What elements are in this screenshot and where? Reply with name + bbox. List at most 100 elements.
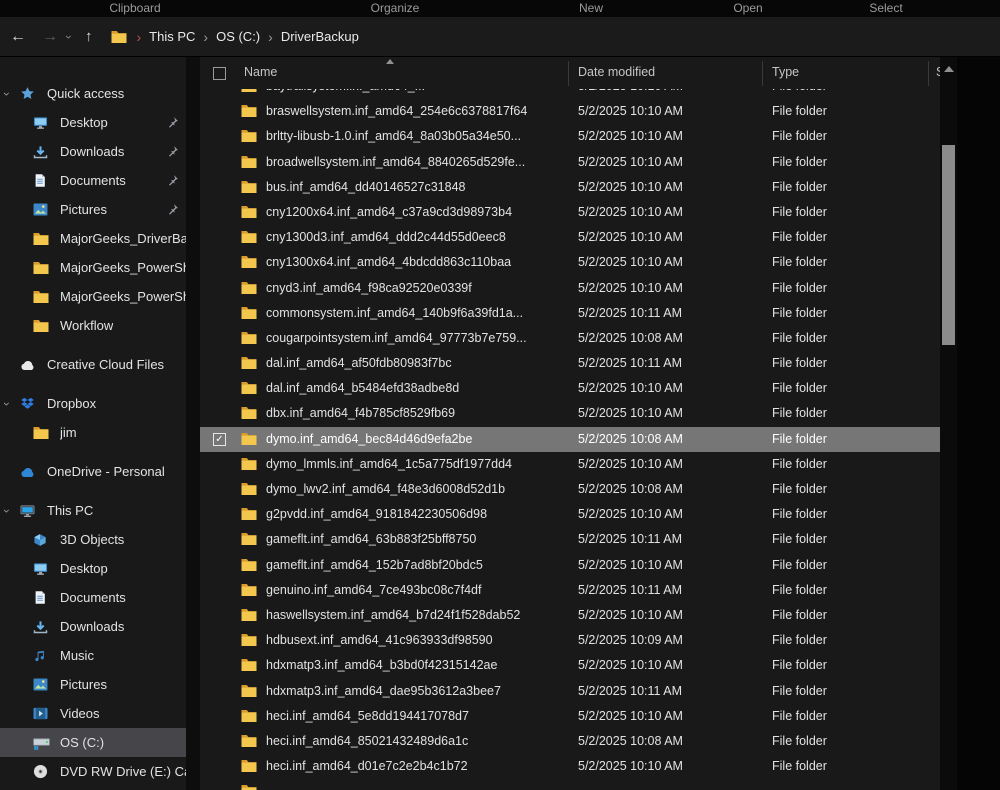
recent-locations-chevron-icon[interactable]: ›: [63, 35, 75, 39]
row-checkbox[interactable]: ✓: [213, 433, 226, 446]
sidebar-item-downloads[interactable]: Downloads: [0, 137, 186, 166]
sidebar-item-workflow[interactable]: Workflow: [0, 311, 186, 340]
column-header-date-modified[interactable]: Date modified: [578, 65, 655, 79]
column-header-name[interactable]: Name: [244, 65, 277, 79]
file-row[interactable]: gameflt.inf_amd64_152b7ad8bf20bdc55/2/20…: [200, 553, 940, 578]
breadcrumb-item-driverbackup[interactable]: DriverBackup: [281, 29, 359, 44]
folder-icon: [241, 734, 257, 748]
sidebar-item-quick-access[interactable]: ›Quick access: [0, 79, 186, 108]
sidebar-item-downloads[interactable]: Downloads: [0, 612, 186, 641]
sidebar-item-this-pc[interactable]: ›This PC: [0, 496, 186, 525]
chevron-down-icon[interactable]: ›: [0, 509, 14, 513]
ribbon-group-new[interactable]: New: [531, 1, 651, 15]
sidebar-item-label: Downloads: [60, 619, 124, 634]
ribbon-group-select[interactable]: Select: [826, 1, 946, 15]
scrollbar-thumb[interactable]: [942, 145, 955, 345]
sidebar-item-dropbox[interactable]: ›Dropbox: [0, 389, 186, 418]
breadcrumb-item-os-c[interactable]: OS (C:): [216, 29, 260, 44]
file-row[interactable]: ✓dymo.inf_amd64_bec84d46d9efa2be5/2/2025…: [200, 427, 940, 452]
file-row[interactable]: bus.inf_amd64_dd40146527c318485/2/2025 1…: [200, 175, 940, 200]
file-row[interactable]: g2pvdd.inf_amd64_9181842230506d985/2/202…: [200, 502, 940, 527]
file-row[interactable]: dbx.inf_amd64_f4b785cf8529fb695/2/2025 1…: [200, 401, 940, 426]
breadcrumb-item-this-pc[interactable]: This PC: [149, 29, 195, 44]
folder-icon: [241, 306, 257, 320]
sidebar-item-label: MajorGeeks_PowerShell: [60, 260, 186, 275]
file-row[interactable]: hdbusext.inf_amd64_41c963933df985905/2/2…: [200, 628, 940, 653]
file-row[interactable]: cny1300x64.inf_amd64_4bdcdd863c110baa5/2…: [200, 250, 940, 275]
ribbon-group-organize[interactable]: Organize: [335, 1, 455, 15]
vertical-scrollbar[interactable]: [940, 57, 957, 790]
ribbon-group-clipboard[interactable]: Clipboard: [75, 1, 195, 15]
sidebar-item-onedrive-personal[interactable]: OneDrive - Personal: [0, 457, 186, 486]
chevron-down-icon[interactable]: ›: [0, 92, 14, 96]
sort-ascending-icon: [386, 59, 394, 64]
folder-icon: [33, 290, 53, 304]
file-row[interactable]: dymo_lwv2.inf_amd64_f48e3d6008d52d1b5/2/…: [200, 477, 940, 502]
sidebar-item-label: MajorGeeks_DriverBack: [60, 231, 186, 246]
file-date: 5/2/2025 10:08 AM: [578, 427, 766, 452]
sidebar-item-pictures[interactable]: Pictures: [0, 670, 186, 699]
sidebar-item-documents[interactable]: Documents: [0, 166, 186, 195]
folder-icon: [241, 155, 257, 169]
file-row[interactable]: haswellsystem.inf_amd64_b7d24f1f528dab52…: [200, 603, 940, 628]
sidebar-item-creative-cloud-files[interactable]: Creative Cloud Files: [0, 350, 186, 379]
file-row[interactable]: heci.inf_amd64_d01e7c2e2b4c1b725/2/2025 …: [200, 754, 940, 779]
file-date: 5/2/2025 10:10 AM: [578, 704, 766, 729]
file-row[interactable]: dymo_lmmls.inf_amd64_1c5a775df1977dd45/2…: [200, 452, 940, 477]
file-row[interactable]: cny1300d3.inf_amd64_ddd2c44d55d0eec85/2/…: [200, 225, 940, 250]
sidebar-item-jim[interactable]: jim: [0, 418, 186, 447]
sidebar-item-majorgeeks-powershell[interactable]: MajorGeeks_PowerShell: [0, 282, 186, 311]
sidebar-item-desktop[interactable]: Desktop: [0, 108, 186, 137]
file-row[interactable]: brltty-libusb-1.0.inf_amd64_8a03b05a34e5…: [200, 124, 940, 149]
column-header-type[interactable]: Type: [772, 65, 799, 79]
downloads-icon: [33, 145, 53, 159]
folder-icon: [241, 482, 257, 496]
sidebar-item-pictures[interactable]: Pictures: [0, 195, 186, 224]
ribbon-strip: Clipboard Organize New Open Select: [0, 0, 1000, 17]
file-name: haswellsystem.inf_amd64_b7d24f1f528dab52: [266, 603, 572, 628]
sidebar-item-os-c[interactable]: OS (C:): [0, 728, 186, 757]
file-row[interactable]: heci.inf_amd64_85021432489d6a1c5/2/2025 …: [200, 729, 940, 754]
sidebar-item-desktop[interactable]: Desktop: [0, 554, 186, 583]
drive-icon: [33, 735, 53, 750]
select-all-checkbox[interactable]: [213, 67, 226, 80]
file-row[interactable]: cougarpointsystem.inf_amd64_97773b7e759.…: [200, 326, 940, 351]
back-arrow-icon[interactable]: ←: [10, 29, 26, 45]
file-date: 5/2/2025 10:10 AM: [578, 502, 766, 527]
file-row[interactable]: hdxmatp3.inf_amd64_dae95b3612a3bee75/2/2…: [200, 679, 940, 704]
scrollbar-up-arrow-icon[interactable]: [944, 66, 954, 72]
chevron-down-icon[interactable]: ›: [0, 402, 14, 406]
file-row[interactable]: baytrailsystem.inf_amd64_...5/2/2025 10:…: [200, 89, 940, 99]
sidebar-item-documents[interactable]: Documents: [0, 583, 186, 612]
file-row[interactable]: [200, 779, 940, 790]
sidebar-item-label: OS (C:): [60, 735, 104, 750]
sidebar-item-videos[interactable]: Videos: [0, 699, 186, 728]
sidebar-item-music[interactable]: Music: [0, 641, 186, 670]
forward-arrow-icon[interactable]: →: [42, 29, 58, 45]
file-row[interactable]: dal.inf_amd64_b5484efd38adbe8d5/2/2025 1…: [200, 376, 940, 401]
ribbon-group-open[interactable]: Open: [688, 1, 808, 15]
file-row[interactable]: cnyd3.inf_amd64_f98ca92520e0339f5/2/2025…: [200, 276, 940, 301]
file-row[interactable]: gameflt.inf_amd64_63b883f25bff87505/2/20…: [200, 527, 940, 552]
file-date: 5/2/2025 10:08 AM: [578, 729, 766, 754]
file-row[interactable]: commonsystem.inf_amd64_140b9f6a39fd1a...…: [200, 301, 940, 326]
sidebar-item-label: jim: [60, 425, 77, 440]
column-separator: [762, 61, 763, 86]
sidebar-item-3d-objects[interactable]: 3D Objects: [0, 525, 186, 554]
videos-icon: [33, 707, 53, 720]
sidebar-item-majorgeeks-powershell[interactable]: MajorGeeks_PowerShell: [0, 253, 186, 282]
file-row[interactable]: genuino.inf_amd64_7ce493bc08c7f4df5/2/20…: [200, 578, 940, 603]
file-row[interactable]: heci.inf_amd64_5e8dd194417078d75/2/2025 …: [200, 704, 940, 729]
up-arrow-icon[interactable]: ↑: [85, 29, 93, 44]
file-date: 5/2/2025 10:11 AM: [578, 351, 766, 376]
sidebar-item-dvd-rw-drive-e-canc[interactable]: DVD RW Drive (E:) Canc: [0, 757, 186, 786]
file-row[interactable]: cny1200x64.inf_amd64_c37a9cd3d98973b45/2…: [200, 200, 940, 225]
file-row[interactable]: hdxmatp3.inf_amd64_b3bd0f42315142ae5/2/2…: [200, 653, 940, 678]
file-row[interactable]: braswellsystem.inf_amd64_254e6c6378817f6…: [200, 99, 940, 124]
file-type: File folder: [772, 704, 924, 729]
sidebar-item-majorgeeks-driverback[interactable]: MajorGeeks_DriverBack: [0, 224, 186, 253]
file-row[interactable]: dal.inf_amd64_af50fdb80983f7bc5/2/2025 1…: [200, 351, 940, 376]
file-date: 5/2/2025 10:10 AM: [578, 89, 766, 99]
sidebar-item-label: Workflow: [60, 318, 113, 333]
file-row[interactable]: broadwellsystem.inf_amd64_8840265d529fe.…: [200, 150, 940, 175]
